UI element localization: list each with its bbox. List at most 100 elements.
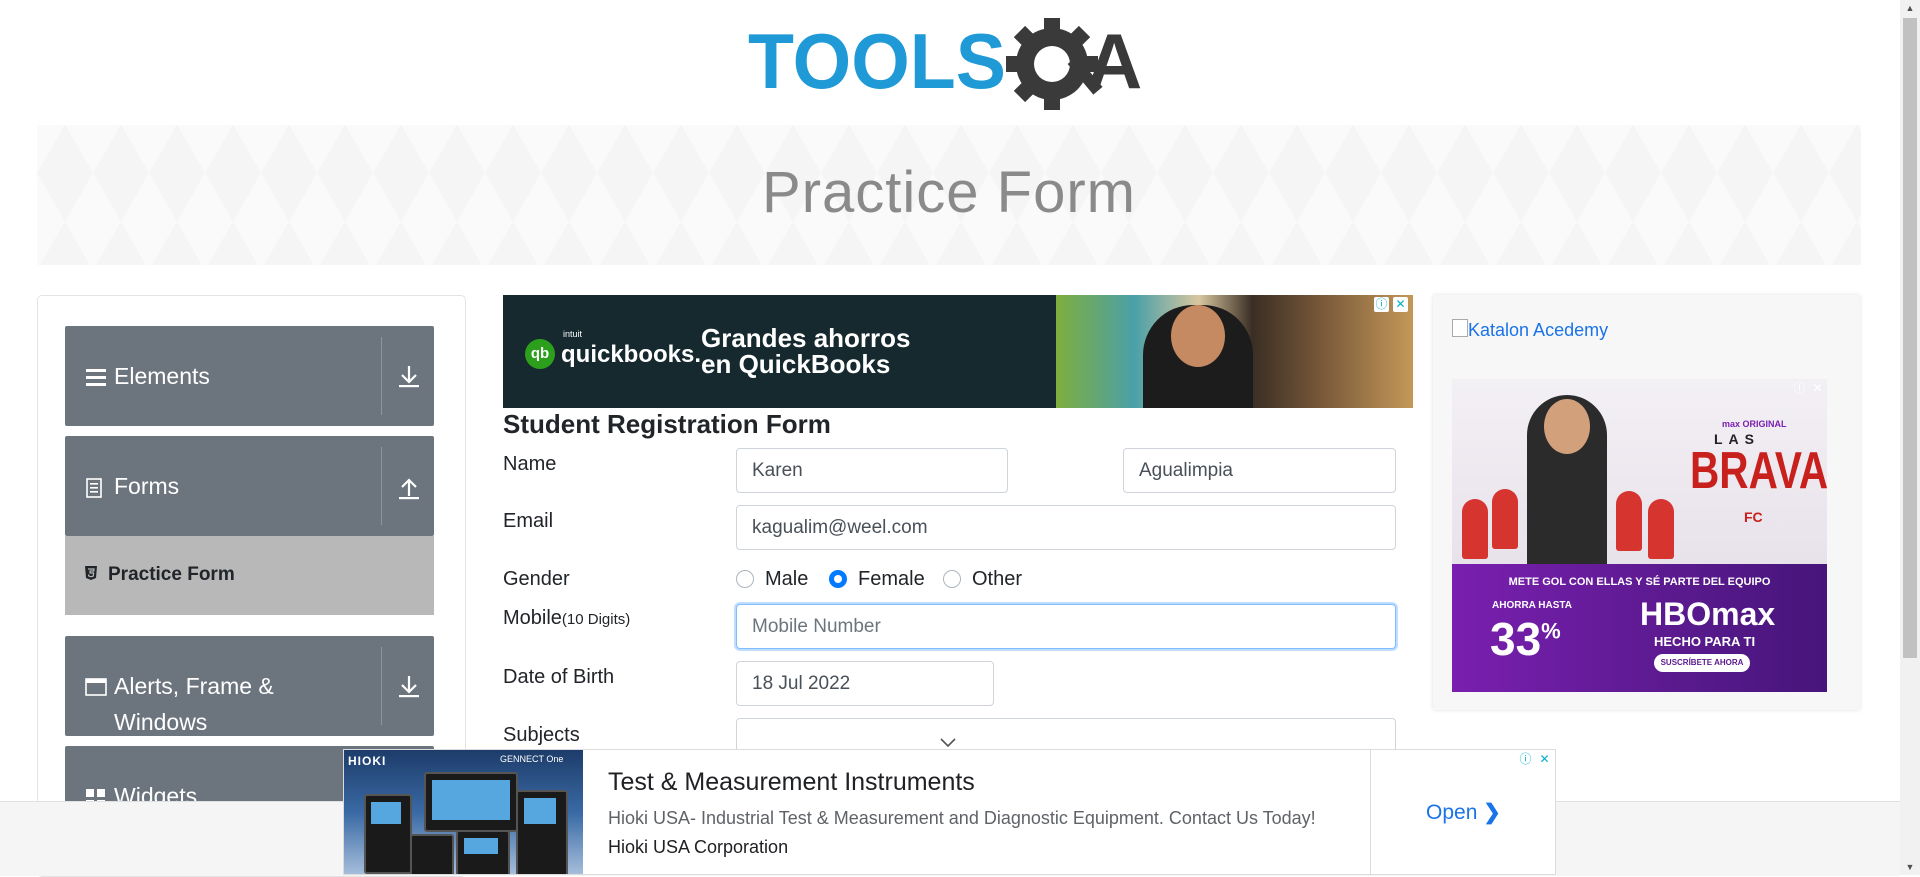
html5-icon [85, 566, 97, 580]
open-button[interactable]: Open ❯ [1426, 800, 1501, 825]
sidebar-group-label: Alerts, Frame & Windows [114, 673, 274, 735]
hbomax-logo: HBOmax [1640, 596, 1776, 632]
page-title: Practice Form [762, 160, 1136, 225]
first-name-input[interactable]: Karen [736, 448, 1008, 493]
katalon-academy-link[interactable]: Katalon Acedemy [1468, 320, 1608, 341]
ad-description: Hioki USA- Industrial Test & Measurement… [608, 808, 1316, 828]
ad-device [456, 830, 510, 874]
chevron-right-icon: ❯ [1483, 801, 1501, 824]
close-ad-icon[interactable]: ✕ [1393, 297, 1408, 312]
show-title: BRAVAS [1690, 442, 1827, 500]
document-icon [86, 478, 102, 498]
ad-headline-line: en QuickBooks [701, 349, 891, 379]
ad-tagline: METE GOL CON ELLAS Y SÉ PARTE DEL EQUIPO [1508, 576, 1771, 588]
svg-text:A: A [1086, 18, 1142, 105]
ad-headline-line: Grandes ahorros [701, 323, 911, 353]
hamburger-icon [86, 369, 106, 386]
page-banner: Practice Form [37, 125, 1861, 265]
collapse-up-icon[interactable] [394, 472, 424, 502]
window-icon [85, 678, 107, 696]
chevron-down-icon[interactable] [939, 737, 957, 749]
ad-figure [1492, 489, 1518, 549]
gender-label: Gender [503, 568, 570, 590]
ad-figure [1462, 499, 1488, 559]
ad-device [410, 834, 454, 874]
mobile-placeholder: Mobile Number [752, 616, 881, 637]
group-divider [381, 647, 382, 725]
right-ad-panel: Katalon Acedemy max ORIGINAL LAS BRAVAS … [1433, 295, 1860, 710]
show-title-suffix: FC [1744, 509, 1763, 525]
expand-down-icon[interactable] [394, 362, 424, 392]
name-label: Name [503, 453, 557, 475]
ad-figure [1648, 499, 1674, 559]
sidebar-group-label: Forms [114, 473, 180, 499]
dob-label: Date of Birth [503, 666, 615, 688]
svg-text:TOOLS: TOOLS [748, 18, 1006, 105]
mobile-label-text: Mobile [503, 607, 562, 629]
scrollbar-thumb[interactable] [1903, 18, 1917, 658]
vertical-scrollbar[interactable]: ▲ ▼ [1900, 0, 1920, 875]
ad-figure [1616, 491, 1642, 551]
ad-actor-face [1544, 399, 1590, 454]
mobile-label: Mobile(10 Digits) [503, 607, 630, 630]
ad-promo-area: METE GOL CON ELLAS Y SÉ PARTE DEL EQUIPO… [1452, 564, 1827, 692]
sidebar-group-alerts[interactable]: Alerts, Frame & Windows [65, 636, 434, 736]
radio-label[interactable]: Other [972, 568, 1022, 591]
sidebar-group-forms[interactable]: Forms [65, 436, 434, 536]
ad-hecho: HECHO PARA TI [1654, 634, 1756, 649]
ad-device [364, 794, 412, 874]
subscribe-button[interactable]: SUSCRÍBETE AHORA [1654, 654, 1750, 672]
group-divider [381, 447, 382, 525]
hioki-ad[interactable]: HIOKI GENNECT One Test & Measurement Ins… [343, 749, 1556, 875]
last-name-input[interactable]: Agualimpia [1123, 448, 1396, 493]
open-button-label[interactable]: Open [1426, 801, 1477, 824]
toolsqa-logo[interactable]: TOOLS A [748, 18, 1154, 114]
expand-down-icon[interactable] [394, 672, 424, 702]
adchoices-icon[interactable]: ⓘ [1518, 752, 1533, 767]
ad-brand: HIOKI [348, 754, 387, 768]
ad-brand: quickbooks. [561, 341, 702, 368]
sidebar-group-elements[interactable]: Elements [65, 326, 434, 426]
ad-person-face [1171, 305, 1225, 367]
ad-company: Hioki USA Corporation [608, 837, 789, 857]
radio-label[interactable]: Female [858, 568, 925, 591]
sidebar-item-practice-form[interactable]: Practice Form [65, 536, 434, 615]
ad-percent-value: 33 [1490, 613, 1542, 665]
radio-label[interactable]: Male [765, 568, 808, 591]
ad-device [424, 772, 518, 832]
quickbooks-logo-icon: qb [525, 339, 555, 369]
ad-device [516, 790, 568, 874]
radio-circle[interactable] [943, 570, 961, 588]
ad-brand-small: intuit [563, 329, 583, 339]
ad-brand-sub: GENNECT One [500, 754, 564, 764]
date-of-birth-input[interactable]: 18 Jul 2022 [736, 661, 994, 706]
mobile-input[interactable]: Mobile Number [736, 604, 1396, 649]
email-label: Email [503, 510, 554, 532]
ad-product-image: HIOKI GENNECT One [344, 750, 583, 874]
form-title: Student Registration Form [503, 409, 831, 439]
sidebar-item-label: Practice Form [108, 564, 235, 585]
ad-percent-sign: % [1541, 618, 1561, 644]
max-original-text: max ORIGINAL [1722, 419, 1787, 429]
email-input[interactable]: kagualim@weel.com [736, 505, 1396, 550]
broken-image-icon [1452, 319, 1468, 337]
subjects-label: Subjects [503, 724, 580, 746]
ad-ahorra: AHORRA HASTA [1492, 600, 1572, 611]
adchoices-icon[interactable]: ⓘ [1374, 297, 1389, 312]
ad-headline: Grandes ahorros en QuickBooks [701, 325, 911, 377]
adchoices-icon[interactable]: ⓘ [1792, 381, 1807, 396]
close-ad-icon[interactable]: ✕ [1810, 381, 1825, 396]
scroll-up-arrow-icon[interactable]: ▲ [1900, 0, 1920, 16]
close-ad-icon[interactable]: ✕ [1537, 752, 1552, 767]
sidebar-group-label: Elements [114, 363, 210, 389]
group-divider [381, 337, 382, 415]
quickbooks-ad[interactable]: qb intuit quickbooks. Grandes ahorros en… [503, 295, 1413, 408]
ad-divider [1370, 750, 1371, 874]
hbomax-ad[interactable]: max ORIGINAL LAS BRAVAS FC METE GOL CON … [1452, 379, 1827, 692]
ad-headline[interactable]: Test & Measurement Instruments [608, 768, 975, 797]
mobile-hint: (10 Digits) [561, 611, 631, 628]
scroll-down-arrow-icon[interactable]: ▼ [1900, 859, 1920, 875]
ad-percent: 33% [1490, 612, 1561, 666]
radio-circle-selected[interactable] [829, 570, 847, 588]
radio-circle[interactable] [736, 570, 754, 588]
